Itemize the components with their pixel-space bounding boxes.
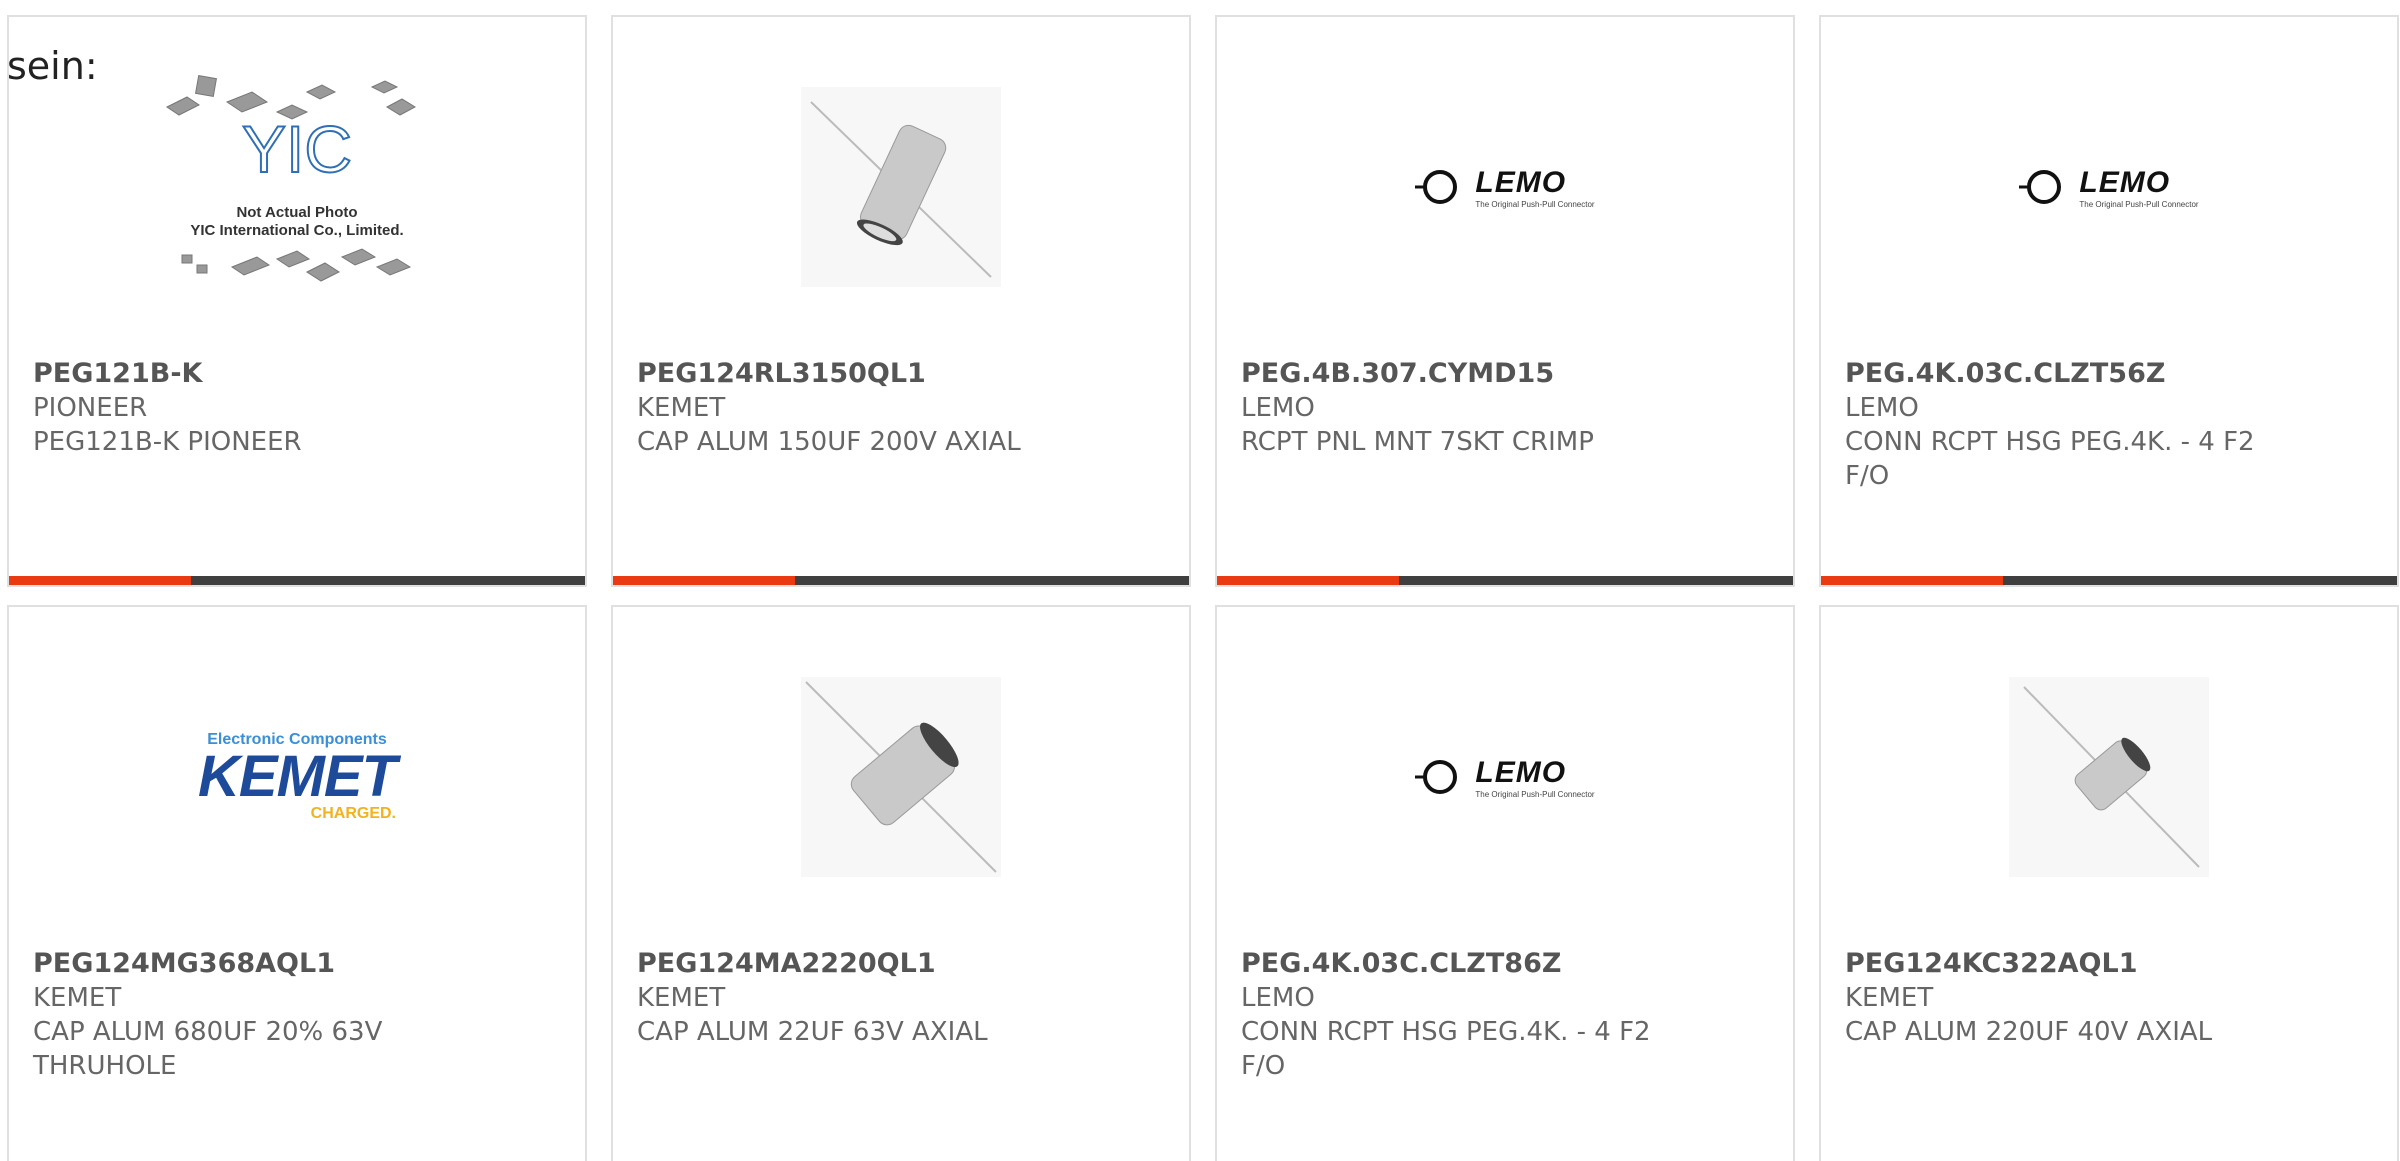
description: CONN RCPT HSG PEG.4K. - 4 F2 F/O: [1845, 427, 2255, 491]
axial-capacitor-icon: [801, 87, 1001, 287]
product-card[interactable]: LEMO The Original Push-Pull Connector PE…: [1819, 15, 2399, 587]
card-accent: [613, 576, 795, 585]
manufacturer: KEMET: [637, 983, 726, 1013]
manufacturer: KEMET: [637, 393, 726, 423]
product-info: PEG124MG368AQL1 KEMET CAP ALUM 680UF 20%…: [33, 947, 433, 1083]
description: CAP ALUM 680UF 20% 63V THRUHOLE: [33, 1017, 383, 1081]
part-number[interactable]: PEG.4K.03C.CLZT56Z: [1845, 357, 2265, 391]
card-accent: [1821, 576, 2003, 585]
description: PEG121B-K PIONEER: [33, 427, 302, 457]
card-bottom-bar: [1821, 576, 2397, 585]
manufacturer: LEMO: [1241, 983, 1315, 1013]
lemo-logo: LEMO The Original Push-Pull Connector: [1415, 166, 1595, 209]
product-card[interactable]: PEG124RL3150QL1 KEMET CAP ALUM 150UF 200…: [611, 15, 1191, 587]
product-info: PEG.4K.03C.CLZT86Z LEMO CONN RCPT HSG PE…: [1241, 947, 1661, 1083]
description: CONN RCPT HSG PEG.4K. - 4 F2 F/O: [1241, 1017, 1651, 1081]
product-card[interactable]: YIC Not Actual Photo YIC International C…: [7, 15, 587, 587]
yic-logo: YIC: [242, 112, 352, 186]
lemo-logo: LEMO The Original Push-Pull Connector: [2019, 166, 2199, 209]
card-bottom-bar: [9, 576, 585, 585]
product-info: PEG.4B.307.CYMD15 LEMO RCPT PNL MNT 7SKT…: [1241, 357, 1769, 459]
product-image: Electronic Components KEMET CHARGED.: [9, 657, 585, 897]
product-image: YIC Not Actual Photo YIC International C…: [9, 67, 585, 307]
axial-capacitor-icon: [801, 677, 1001, 877]
product-card[interactable]: Electronic Components KEMET CHARGED. PEG…: [7, 605, 587, 1161]
product-grid-page: sein: YIC Not Actual Photo YIC Internati…: [0, 0, 2400, 1161]
product-info: PEG124KC322AQL1 KEMET CAP ALUM 220UF 40V…: [1845, 947, 2373, 1049]
lemo-logo: LEMO The Original Push-Pull Connector: [1415, 756, 1595, 799]
svg-text:Not Actual Photo: Not Actual Photo: [236, 204, 357, 221]
description: CAP ALUM 150UF 200V AXIAL: [637, 427, 1021, 457]
manufacturer: KEMET: [1845, 983, 1934, 1013]
product-info: PEG124MA2220QL1 KEMET CAP ALUM 22UF 63V …: [637, 947, 1165, 1049]
manufacturer: PIONEER: [33, 393, 148, 423]
description: CAP ALUM 220UF 40V AXIAL: [1845, 1017, 2213, 1047]
part-number[interactable]: PEG124KC322AQL1: [1845, 947, 2373, 981]
card-accent: [9, 576, 191, 585]
part-number[interactable]: PEG124RL3150QL1: [637, 357, 1165, 391]
product-info: PEG121B-K PIONEER PEG121B-K PIONEER: [33, 357, 561, 459]
heading-text: sein:: [7, 44, 98, 88]
product-card[interactable]: LEMO The Original Push-Pull Connector PE…: [1215, 15, 1795, 587]
product-image: [1821, 657, 2397, 897]
description: CAP ALUM 22UF 63V AXIAL: [637, 1017, 988, 1047]
product-image: [613, 657, 1189, 897]
lemo-icon: [2019, 170, 2062, 204]
product-image: LEMO The Original Push-Pull Connector: [1821, 67, 2397, 307]
card-accent: [1217, 576, 1399, 585]
card-bottom-bar: [1217, 576, 1793, 585]
lemo-icon: [1415, 760, 1458, 794]
part-number[interactable]: PEG.4B.307.CYMD15: [1241, 357, 1769, 391]
card-bottom-bar: [613, 576, 1189, 585]
description: RCPT PNL MNT 7SKT CRIMP: [1241, 427, 1594, 457]
manufacturer: KEMET: [33, 983, 122, 1013]
part-number[interactable]: PEG.4K.03C.CLZT86Z: [1241, 947, 1661, 981]
part-number[interactable]: PEG124MA2220QL1: [637, 947, 1165, 981]
lemo-icon: [1415, 170, 1458, 204]
product-card[interactable]: PEG124MA2220QL1 KEMET CAP ALUM 22UF 63V …: [611, 605, 1191, 1161]
product-info: PEG124RL3150QL1 KEMET CAP ALUM 150UF 200…: [637, 357, 1165, 459]
product-image: LEMO The Original Push-Pull Connector: [1217, 67, 1793, 307]
svg-text:YIC International Co., Limited: YIC International Co., Limited.: [190, 222, 403, 239]
part-number[interactable]: PEG121B-K: [33, 357, 561, 391]
product-card[interactable]: LEMO The Original Push-Pull Connector PE…: [1215, 605, 1795, 1161]
manufacturer: LEMO: [1845, 393, 1919, 423]
manufacturer: LEMO: [1241, 393, 1315, 423]
product-image: LEMO The Original Push-Pull Connector: [1217, 657, 1793, 897]
product-info: PEG.4K.03C.CLZT56Z LEMO CONN RCPT HSG PE…: [1845, 357, 2265, 493]
part-number[interactable]: PEG124MG368AQL1: [33, 947, 433, 981]
axial-capacitor-icon: [2009, 677, 2209, 877]
kemet-logo: Electronic Components KEMET CHARGED.: [198, 731, 397, 822]
product-image: [613, 67, 1189, 307]
product-card[interactable]: PEG124KC322AQL1 KEMET CAP ALUM 220UF 40V…: [1819, 605, 2399, 1161]
